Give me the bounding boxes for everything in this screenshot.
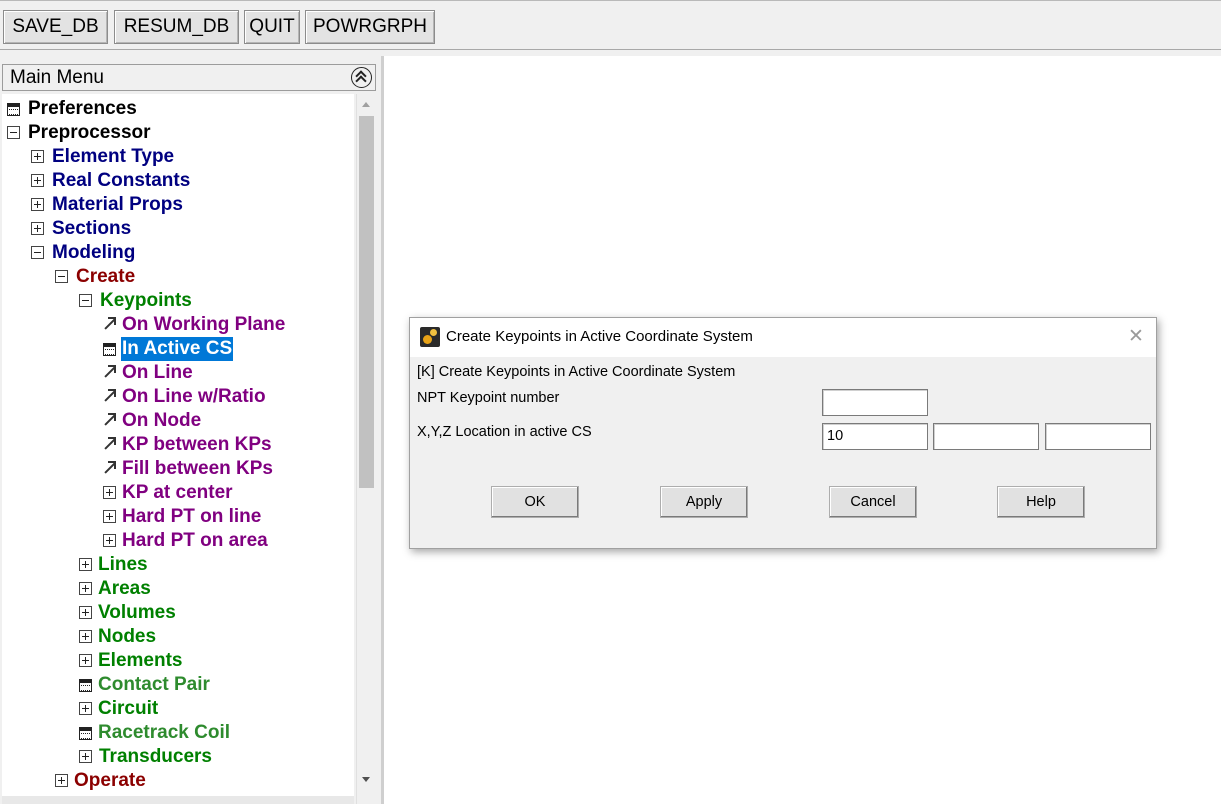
quit-button[interactable]: QUIT	[244, 10, 300, 44]
panel-splitter[interactable]	[381, 56, 384, 804]
z-input[interactable]	[1045, 423, 1151, 450]
main-menu-panel: Main Menu Preferences Preprocessor Eleme…	[0, 56, 384, 804]
expand-icon[interactable]	[79, 582, 92, 595]
expand-icon[interactable]	[79, 606, 92, 619]
pick-arrow-icon	[101, 388, 117, 404]
pick-arrow-icon	[101, 460, 117, 476]
dialog-icon	[79, 727, 92, 740]
expand-icon[interactable]	[55, 774, 68, 787]
collapse-icon[interactable]	[31, 246, 44, 259]
help-button[interactable]: Help	[997, 486, 1085, 518]
expand-icon[interactable]	[31, 222, 44, 235]
dialog-heading: [K] Create Keypoints in Active Coordinat…	[417, 364, 736, 380]
apply-button[interactable]: Apply	[660, 486, 748, 518]
scroll-down-arrow-icon[interactable]	[357, 770, 376, 789]
vertical-scrollbar[interactable]	[356, 94, 375, 804]
expand-icon[interactable]	[31, 174, 44, 187]
npt-input[interactable]	[822, 389, 928, 416]
expand-icon[interactable]	[103, 486, 116, 499]
resum-db-button[interactable]: RESUM_DB	[114, 10, 239, 44]
collapse-icon[interactable]	[79, 294, 92, 307]
create-keypoints-dialog: Create Keypoints in Active Coordinate Sy…	[409, 317, 1157, 549]
dialog-title-bar[interactable]: Create Keypoints in Active Coordinate Sy…	[410, 318, 1156, 357]
y-input[interactable]	[933, 423, 1039, 450]
pick-arrow-icon	[101, 316, 117, 332]
npt-label: NPT Keypoint number	[417, 390, 560, 406]
scroll-thumb[interactable]	[359, 116, 374, 488]
ansys-app-icon	[420, 327, 440, 347]
powrgrph-button[interactable]: POWRGRPH	[305, 10, 435, 44]
expand-icon[interactable]	[103, 510, 116, 523]
ok-button[interactable]: OK	[491, 486, 579, 518]
menu-tree: Preferences Preprocessor Element Type Re…	[2, 94, 354, 804]
toolbar: SAVE_DB RESUM_DB QUIT POWRGRPH	[0, 0, 1221, 56]
expand-icon[interactable]	[79, 630, 92, 643]
main-menu-title: Main Menu	[10, 67, 104, 88]
dialog-title: Create Keypoints in Active Coordinate Sy…	[446, 328, 753, 345]
horizontal-scrollbar[interactable]	[2, 796, 354, 804]
expand-icon[interactable]	[79, 654, 92, 667]
save-db-button[interactable]: SAVE_DB	[3, 10, 108, 44]
expand-icon[interactable]	[103, 534, 116, 547]
dialog-icon	[7, 103, 20, 116]
pick-arrow-icon	[101, 412, 117, 428]
pick-arrow-icon	[101, 436, 117, 452]
close-icon[interactable]: ✕	[1128, 327, 1144, 347]
x-input[interactable]: 10	[822, 423, 928, 450]
collapse-menu-icon[interactable]	[351, 67, 372, 88]
xyz-label: X,Y,Z Location in active CS	[417, 424, 592, 440]
dialog-icon	[79, 679, 92, 692]
expand-icon[interactable]	[79, 702, 92, 715]
expand-icon[interactable]	[79, 558, 92, 571]
pick-arrow-icon	[101, 364, 117, 380]
scroll-up-arrow-icon[interactable]	[357, 94, 376, 113]
main-menu-header: Main Menu	[2, 64, 376, 91]
dialog-icon	[103, 343, 116, 356]
expand-icon[interactable]	[79, 750, 92, 763]
ansys-window: SAVE_DB RESUM_DB QUIT POWRGRPH Main Menu…	[0, 0, 1221, 804]
cancel-button[interactable]: Cancel	[829, 486, 917, 518]
expand-icon[interactable]	[31, 150, 44, 163]
expand-icon[interactable]	[31, 198, 44, 211]
collapse-icon[interactable]	[7, 126, 20, 139]
collapse-icon[interactable]	[55, 270, 68, 283]
